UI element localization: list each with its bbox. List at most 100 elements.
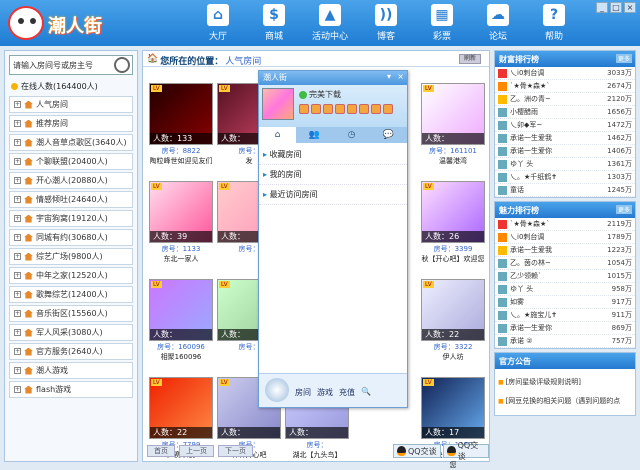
expand-icon[interactable]: + [14,215,21,222]
ranking-row[interactable]: 乀。★千纸鹤✝ 1303万 [495,171,635,184]
ranking-row[interactable]: 童话 1245万 [495,184,635,197]
room-thumbnail[interactable]: LV 人数：22 [149,377,213,439]
ranking-row[interactable]: 乙少领赖` 1015万 [495,270,635,283]
tree-item-my-rooms[interactable]: 我的房间 [259,165,407,185]
user-panel-title[interactable]: 潮人街 ▾ × [259,71,407,85]
sidebar-item[interactable]: + 情感倾吐(24640人) [9,191,133,208]
close-icon[interactable]: × [624,2,636,13]
expand-icon[interactable]: + [14,139,21,146]
expand-icon[interactable]: + [14,177,21,184]
maximize-icon[interactable]: □ [610,2,622,13]
room-card[interactable]: LV 人数：26 房号：3399 秋【开心吧】欢迎您 [421,181,485,264]
sidebar-item[interactable]: + 推荐房间 [9,115,133,132]
room-card[interactable]: LV 人数：133 房号：8822 陶粒峰世如迎见友们 [149,83,213,166]
tool-icon[interactable] [335,104,345,114]
room-thumbnail[interactable]: LV 人数：26 [421,181,485,243]
nav-rss[interactable]: )) 博客 [361,4,411,42]
notice-item[interactable]: [房间星级评级规则说明] [498,373,632,392]
room-thumbnail[interactable]: LV人数： [421,83,485,145]
ranking-row[interactable]: ゆ丫 头 1361万 [495,158,635,171]
expand-icon[interactable]: + [14,253,21,260]
notice-item[interactable]: [网豆兑换的相关问题（遇到问题的点 [498,392,632,411]
sidebar-item[interactable]: + 个聊联盟(20400人) [9,153,133,170]
footer-games-button[interactable]: 游戏 [317,387,333,398]
sidebar-item[interactable]: + 潮人游戏 [9,362,133,379]
expand-icon[interactable]: + [14,272,21,279]
expand-icon[interactable]: + [14,120,21,127]
ranking-row[interactable]: 承诺一生爱你 1406万 [495,145,635,158]
tool-icon[interactable] [359,104,369,114]
sidebar-item[interactable]: + 潮人音草点歌区(3640人) [9,134,133,151]
tool-icon[interactable] [347,104,357,114]
search-input[interactable]: 请输入房间号或房主号 [9,55,133,75]
qq-chat-button[interactable]: QQ交谈 [393,444,441,458]
ranking-row[interactable]: 乙。茵の林~ 1054万 [495,257,635,270]
ranking-row[interactable]: ゆ丫 头 958万 [495,283,635,296]
expand-icon[interactable]: + [14,158,21,165]
ranking-row[interactable]: `★骨★森★` 2674万 [495,80,635,93]
room-thumbnail[interactable]: LV 人数：17 [421,377,485,439]
first-page-button[interactable]: 首页 [147,445,175,457]
sidebar-item[interactable]: + 音乐街区(15560人) [9,305,133,322]
tool-icon[interactable] [323,104,333,114]
ranking-row[interactable]: 乀i0刺台调 3033万 [495,67,635,80]
nav-home[interactable]: ⌂ 大厅 [193,4,243,42]
panel-minimize-icon[interactable]: ▾ [387,72,391,81]
ranking-row[interactable]: 乀。★施宝儿✝ 911万 [495,309,635,322]
tab-home-icon[interactable]: ⌂ [259,127,296,143]
sidebar-item[interactable]: + flash游戏 [9,381,133,398]
sidebar-item[interactable]: + 宇宙狗窝(19120人) [9,210,133,227]
ranking-row[interactable]: 承诺 ② 757万 [495,335,635,348]
ranking-row[interactable]: 乀卯◆军~ 1472万 [495,119,635,132]
status[interactable]: 完美下载 [299,89,341,100]
charm-more-button[interactable]: 更多 [615,205,632,214]
ranking-row[interactable]: 承诺一生爱你 869万 [495,322,635,335]
expand-icon[interactable]: + [14,196,21,203]
refresh-button[interactable]: 刷新 [459,54,481,64]
ranking-row[interactable]: 承诺一生爱我 1223万 [495,244,635,257]
globe-icon[interactable] [265,378,289,402]
tool-icon[interactable] [311,104,321,114]
tab-chat-icon[interactable]: 💬 [370,127,407,143]
tool-icon[interactable] [299,104,309,114]
expand-icon[interactable]: + [14,329,21,336]
minimize-icon[interactable]: _ [596,2,608,13]
ranking-row[interactable]: 小樱醋雨 1656万 [495,106,635,119]
room-card[interactable]: LV 人数：22 房号：3322 伊人坊 [421,279,485,362]
expand-icon[interactable]: + [14,101,21,108]
nav-chat[interactable]: ☁ 论坛 [473,4,523,42]
sidebar-item[interactable]: + 官方服务(2640人) [9,343,133,360]
wealth-more-button[interactable]: 更多 [615,54,632,63]
search-icon[interactable]: 🔍 [361,387,371,398]
nav-help[interactable]: ? 帮助 [529,4,579,42]
ranking-row[interactable]: 乙。洲の青~ 2120万 [495,93,635,106]
nav-bag[interactable]: $ 商城 [249,4,299,42]
sidebar-item[interactable]: + 同城有约(30680人) [9,229,133,246]
sidebar-item[interactable]: + 开心潮人(20880人) [9,172,133,189]
room-thumbnail[interactable]: LV人数： [149,279,213,341]
expand-icon[interactable]: + [14,348,21,355]
panel-close-icon[interactable]: × [397,72,404,81]
nav-grid[interactable]: ▦ 彩票 [417,4,467,42]
sidebar-item[interactable]: + 综艺广场(9800人) [9,248,133,265]
ranking-row[interactable]: `★骨★森★` 2119万 [495,218,635,231]
sidebar-item[interactable]: + 人气房间 [9,96,133,113]
tool-icon[interactable] [383,104,393,114]
room-thumbnail[interactable]: LV 人数：39 [149,181,213,243]
nav-shapes[interactable]: ▲ 活动中心 [305,4,355,42]
room-card[interactable]: LV 人数： 房号：161101 温馨港湾 [421,83,485,166]
ranking-row[interactable]: 承诺一生爱我 1462万 [495,132,635,145]
footer-recharge-button[interactable]: 充值 [339,387,355,398]
footer-rooms-button[interactable]: 房间 [295,387,311,398]
expand-icon[interactable]: + [14,386,21,393]
room-card[interactable]: LV 人数：39 房号：1133 东北一家人 [149,181,213,264]
room-card[interactable]: LV 人数： 房号：160096 相聚160096 [149,279,213,362]
prev-page-button[interactable]: 上一页 [179,445,214,457]
room-thumbnail[interactable]: LV 人数：133 [149,83,213,145]
ranking-row[interactable]: 乀i0刺台调 1789万 [495,231,635,244]
user-panel[interactable]: 潮人街▾× 完美下载 ⌂👥◷💬 收藏房间 我的房间 最近访问房间 房间游戏充值🔍 [258,70,408,408]
avatar[interactable] [262,88,294,120]
search-icon[interactable] [114,57,130,73]
tree-item-favorites[interactable]: 收藏房间 [259,145,407,165]
sidebar-item[interactable]: + 军人风采(3080人) [9,324,133,341]
